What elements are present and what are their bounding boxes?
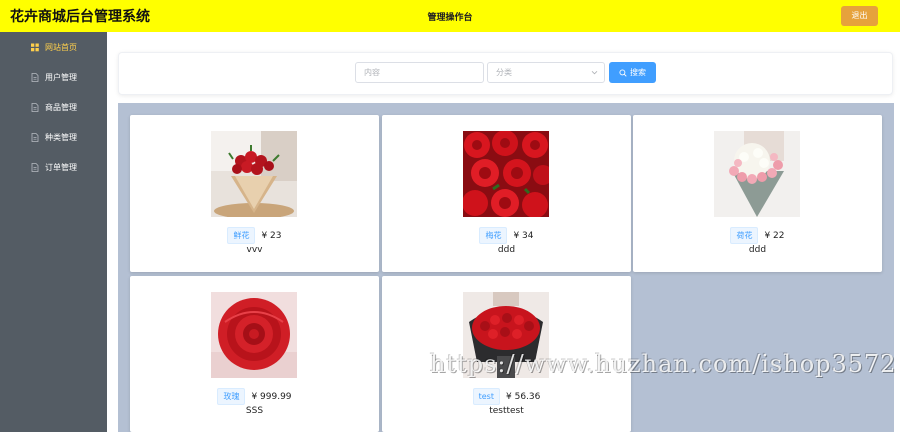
chevron-down-icon [591, 70, 598, 75]
top-header: 花卉商城后台管理系统 管理操作台 退出 [0, 0, 900, 32]
watermark: https://www.huzhan.com/ishop3572 [430, 350, 897, 378]
sidebar-item-orders[interactable]: 订单管理 [0, 152, 107, 182]
sidebar-item-label: 订单管理 [45, 162, 77, 172]
category-tag: 荷花 [730, 227, 759, 244]
category-tag: 玫瑰 [217, 388, 246, 405]
category-select-placeholder: 分类 [496, 68, 512, 77]
sidebar-item-label: 网站首页 [45, 42, 77, 52]
search-button[interactable]: 搜索 [609, 62, 656, 83]
product-price: ¥ 23 [261, 230, 282, 241]
product-meta: 荷花 ¥ 22 [633, 227, 882, 244]
product-image-single-rose [211, 292, 297, 378]
product-card[interactable]: 玫瑰 ¥ 999.99 SSS [130, 276, 379, 432]
product-image-bouquet [211, 131, 297, 217]
sidebar-menu: 网站首页 用户管理 商品管理 种类管理 订单管理 [0, 32, 107, 432]
product-card[interactable]: 梅花 ¥ 34 ddd [382, 115, 631, 272]
grid-icon [31, 43, 39, 51]
product-name: SSS [245, 406, 264, 416]
product-card[interactable]: 荷花 ¥ 22 ddd [633, 115, 882, 272]
category-select[interactable]: 分类 [487, 62, 605, 83]
product-name: ddd [497, 245, 516, 255]
product-meta: 玫瑰 ¥ 999.99 [130, 388, 379, 405]
product-card[interactable]: 鲜花 ¥ 23 vvv [130, 115, 379, 272]
product-meta: 梅花 ¥ 34 [382, 227, 631, 244]
product-image-roses [463, 131, 549, 217]
category-tag: 梅花 [479, 227, 508, 244]
console-title: 管理操作台 [427, 13, 473, 23]
sidebar-item-users[interactable]: 用户管理 [0, 62, 107, 92]
search-icon [619, 68, 627, 77]
product-price: ¥ 22 [764, 230, 785, 241]
sidebar-item-categories[interactable]: 种类管理 [0, 122, 107, 152]
document-icon [31, 132, 39, 142]
search-button-label: 搜索 [630, 68, 646, 77]
product-price: ¥ 56.36 [506, 391, 541, 402]
product-price: ¥ 34 [513, 230, 534, 241]
logout-button[interactable]: 退出 [841, 6, 878, 26]
sidebar-item-label: 用户管理 [45, 72, 77, 82]
document-icon [31, 72, 39, 82]
product-image-pink-bouquet [714, 131, 800, 217]
product-meta: test ¥ 56.36 [382, 388, 631, 405]
search-input[interactable] [355, 62, 484, 83]
sidebar-item-label: 商品管理 [45, 102, 77, 112]
sidebar-item-label: 种类管理 [45, 132, 77, 142]
document-icon [31, 162, 39, 172]
product-price: ¥ 999.99 [251, 391, 292, 402]
sidebar-item-products[interactable]: 商品管理 [0, 92, 107, 122]
category-tag: 鲜花 [227, 227, 256, 244]
product-name: vvv [246, 245, 263, 255]
product-name: ddd [748, 245, 767, 255]
product-meta: 鲜花 ¥ 23 [130, 227, 379, 244]
category-tag: test [472, 388, 500, 405]
document-icon [31, 102, 39, 112]
sidebar-item-home[interactable]: 网站首页 [0, 32, 107, 62]
product-name: testtest [489, 406, 524, 416]
